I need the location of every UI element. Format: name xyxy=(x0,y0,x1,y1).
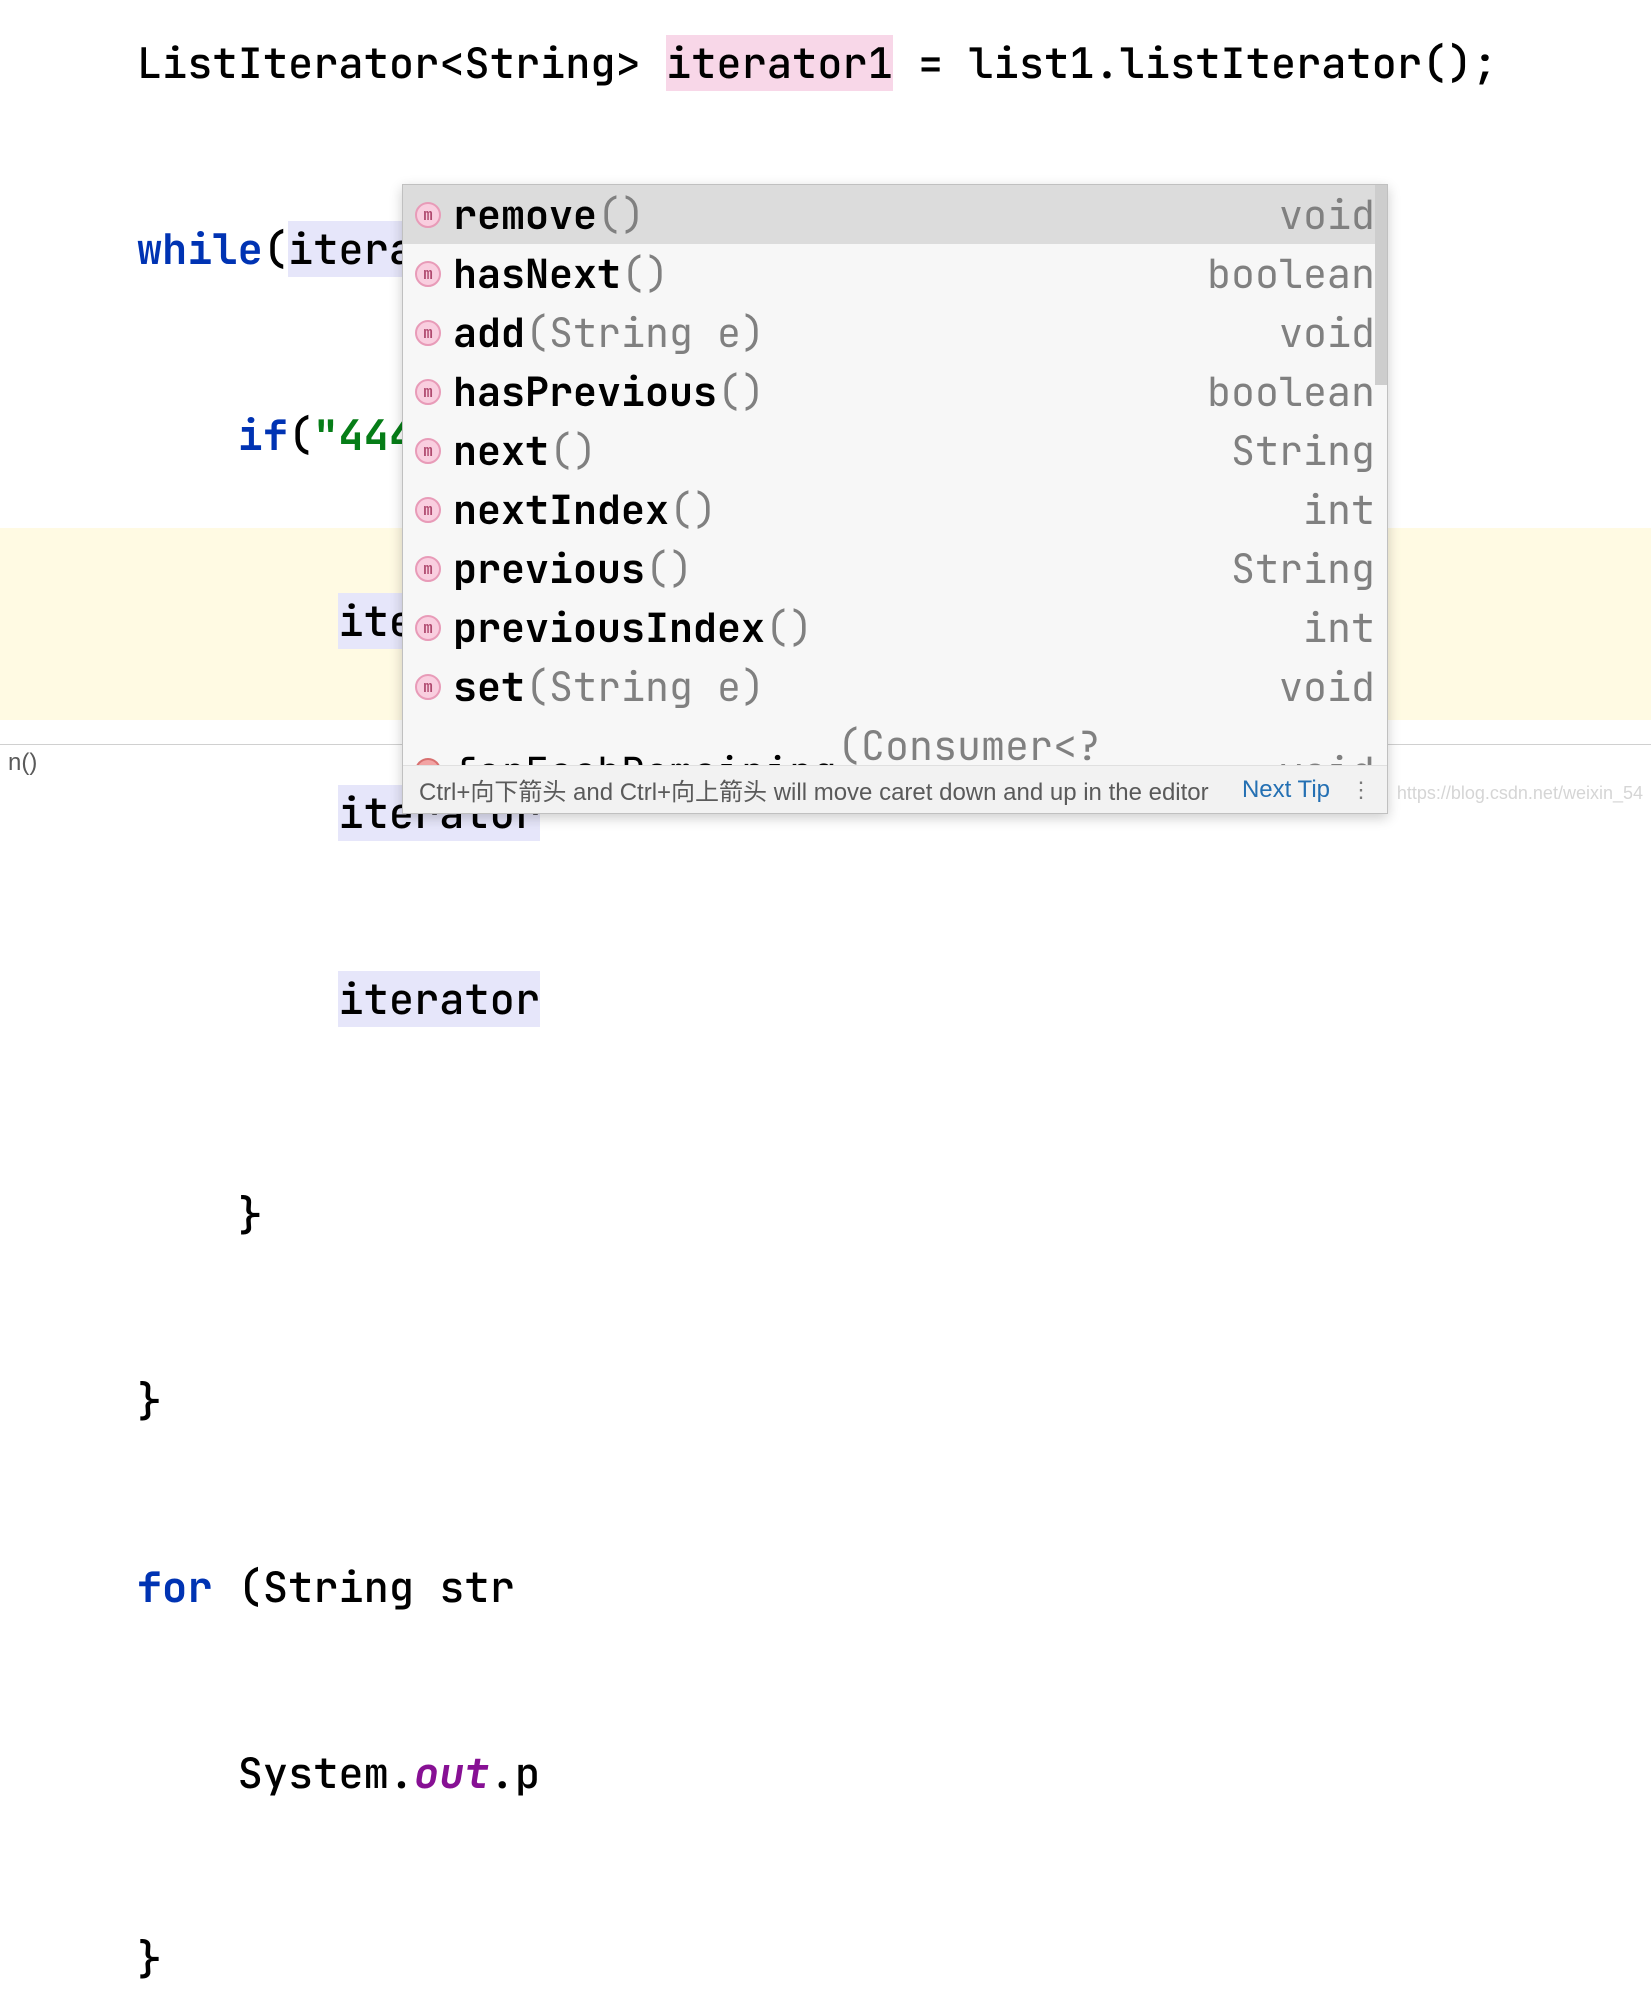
keyword: for xyxy=(137,1559,213,1615)
static-field: out xyxy=(414,1745,490,1801)
method-name: hasNext xyxy=(453,248,621,299)
method-name: previous xyxy=(453,543,645,594)
method-icon: m xyxy=(415,758,441,765)
method-name: add xyxy=(453,307,525,358)
method-name: remove xyxy=(453,189,597,240)
method-name: set xyxy=(453,661,525,712)
breadcrumb-text: n() xyxy=(8,749,37,776)
method-icon: m xyxy=(415,379,441,405)
method-params: () xyxy=(717,366,765,417)
method-params: () xyxy=(597,189,645,240)
method-icon: m xyxy=(415,556,441,582)
blank-line[interactable] xyxy=(0,1092,1651,1122)
watermark: https://blog.csdn.net/weixin_54 xyxy=(1397,783,1643,804)
code-line[interactable]: } xyxy=(0,1308,1651,1494)
code-line[interactable]: iterator xyxy=(0,906,1651,1092)
code-text: (String str xyxy=(212,1559,540,1615)
code-text: .p xyxy=(490,1745,540,1801)
brace: } xyxy=(238,1187,263,1243)
suggestion-item[interactable]: mnext() String xyxy=(403,421,1387,480)
method-params: (Consumer<? super… xyxy=(837,720,1259,765)
method-icon: m xyxy=(415,497,441,523)
return-type: void xyxy=(1259,746,1375,766)
method-params: (String e) xyxy=(525,307,765,358)
indent xyxy=(137,407,238,463)
code-line[interactable]: } xyxy=(0,1122,1651,1308)
paren: ( xyxy=(288,407,313,463)
method-params: () xyxy=(669,484,717,535)
suggestion-item[interactable]: m previousIndex() int xyxy=(403,598,1387,657)
return-type: void xyxy=(1259,307,1375,358)
suggestion-item[interactable]: m hasPrevious() boolean xyxy=(403,362,1387,421)
suggestion-item[interactable]: m forEachRemaining(Consumer<? super…void xyxy=(403,716,1387,765)
suggestion-item[interactable]: m previous() String xyxy=(403,539,1387,598)
method-params: () xyxy=(621,248,669,299)
return-type: boolean xyxy=(1187,248,1375,299)
brace: } xyxy=(137,1373,162,1429)
code-text: System. xyxy=(238,1745,414,1801)
scrollbar[interactable] xyxy=(1375,185,1387,385)
method-icon: m xyxy=(415,438,441,464)
return-type: void xyxy=(1259,661,1375,712)
return-type: boolean xyxy=(1187,366,1375,417)
method-icon: m xyxy=(415,615,441,641)
keyword: while xyxy=(137,221,263,277)
method-params: () xyxy=(645,543,693,594)
method-icon: m xyxy=(415,320,441,346)
return-type: void xyxy=(1259,189,1375,240)
method-params: (String e) xyxy=(525,661,765,712)
variable-highlighted: iterator xyxy=(338,971,540,1027)
code-line[interactable]: } xyxy=(0,1866,1651,1992)
keyword: if xyxy=(238,407,288,463)
variable-highlighted: iterator1 xyxy=(666,35,893,91)
return-type: String xyxy=(1211,425,1375,476)
indent xyxy=(137,785,339,841)
method-name: next xyxy=(453,425,549,476)
method-params: () xyxy=(765,602,813,653)
code-editor[interactable]: ListIterator<String> iterator1 = list1.l… xyxy=(0,0,1651,966)
popup-footer: Ctrl+向下箭头 and Ctrl+向上箭头 will move caret … xyxy=(403,765,1387,813)
return-type: int xyxy=(1283,484,1375,535)
indent xyxy=(137,1187,238,1243)
code-text: ListIterator<String> xyxy=(137,35,666,91)
method-params: () xyxy=(549,425,597,476)
indent xyxy=(137,1745,238,1801)
suggestion-item[interactable]: mset(String e) void xyxy=(403,657,1387,716)
method-icon: m xyxy=(415,261,441,287)
more-icon[interactable]: ⋮ xyxy=(1350,777,1371,803)
code-line[interactable]: System.out.p xyxy=(0,1680,1651,1866)
suggestion-item[interactable]: madd(String e) void xyxy=(403,303,1387,362)
indent xyxy=(137,971,339,1027)
method-name: forEachRemaining xyxy=(453,746,837,766)
method-icon: m xyxy=(415,202,441,228)
method-name: hasPrevious xyxy=(453,366,717,417)
suggestion-list[interactable]: mremove()voidmhasNext()booleanmadd(Strin… xyxy=(403,185,1387,765)
code-line[interactable]: for (String str xyxy=(0,1494,1651,1680)
code-text: = list1.listIterator(); xyxy=(893,35,1498,91)
paren: ( xyxy=(263,221,288,277)
suggestion-item[interactable]: m hasNext() boolean xyxy=(403,244,1387,303)
method-name: previousIndex xyxy=(453,602,765,653)
suggestion-item[interactable]: m nextIndex() int xyxy=(403,480,1387,539)
autocomplete-popup: mremove()voidmhasNext()booleanmadd(Strin… xyxy=(402,184,1388,814)
return-type: int xyxy=(1283,602,1375,653)
indent xyxy=(137,593,339,649)
tip-text: Ctrl+向下箭头 and Ctrl+向上箭头 will move caret … xyxy=(419,772,1226,807)
brace: } xyxy=(137,1931,162,1987)
suggestion-item[interactable]: mremove() void xyxy=(403,185,1387,244)
next-tip-link[interactable]: Next Tip xyxy=(1242,776,1330,804)
return-type: String xyxy=(1211,543,1375,594)
method-icon: m xyxy=(415,674,441,700)
code-line[interactable]: ListIterator<String> iterator1 = list1.l… xyxy=(0,0,1651,156)
method-name: nextIndex xyxy=(453,484,669,535)
